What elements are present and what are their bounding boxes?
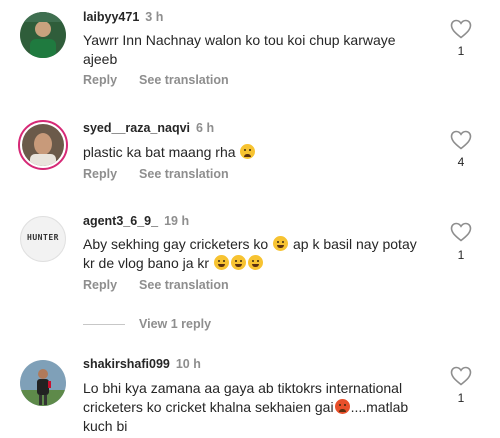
comment-meta: agent3_6_9_ 19 h (83, 214, 189, 228)
angry-face-icon (334, 399, 350, 414)
rolling-laughing-face-icon (230, 255, 246, 270)
comment-text-segment: ....matlab (350, 399, 409, 415)
view-replies-button[interactable]: View 1 reply (83, 317, 211, 331)
timestamp: 10 h (175, 357, 201, 371)
username[interactable]: laibyy471 (83, 10, 139, 24)
heart-outline-icon[interactable] (449, 17, 473, 41)
see-translation-button[interactable]: See translation (139, 73, 229, 87)
timestamp: 19 h (164, 214, 190, 228)
reply-button[interactable]: Reply (83, 167, 117, 181)
username[interactable]: syed__raza_naqvi (83, 121, 190, 135)
comment-meta: shakirshafi099 10 h (83, 357, 201, 371)
reply-button[interactable]: Reply (83, 73, 117, 87)
comment-text-line: Yawrr Inn Nachnay walon ko tou koi chup … (83, 32, 396, 48)
comment-text: Aby sekhing gay cricketers ko ap k basil… (83, 235, 448, 273)
comment-actions: Reply See translation (83, 167, 229, 181)
see-translation-button[interactable]: See translation (139, 278, 229, 292)
avatar-label: HUNTER (27, 233, 59, 242)
timestamp: 6 h (196, 121, 215, 135)
reply-button[interactable]: Reply (83, 278, 117, 292)
comment-text-line: kr de vlog bano ja kr (83, 254, 448, 273)
heart-outline-icon[interactable] (449, 128, 473, 152)
comment-meta: syed__raza_naqvi 6 h (83, 121, 214, 135)
divider (83, 324, 125, 326)
comment-text-segment: cricketers ko cricket khalna sekhaien ga… (83, 399, 334, 415)
rolling-laughing-face-icon (213, 255, 229, 270)
like-count: 1 (457, 391, 465, 405)
comment-text-line: cricketers ko cricket khalna sekhaien ga… (83, 398, 443, 417)
view-replies-label[interactable]: View 1 reply (139, 317, 211, 331)
like-count: 1 (457, 44, 465, 58)
disappointed-face-icon (240, 144, 256, 159)
heart-outline-icon[interactable] (449, 364, 473, 388)
rolling-laughing-face-icon (247, 255, 263, 270)
like-count: 1 (457, 248, 465, 262)
comment-text: Lo bhi kya zamana aa gaya ab tiktokrs in… (83, 379, 443, 436)
laughing-face-icon (273, 236, 289, 251)
comment-text-line: plastic ka bat maang rha (83, 144, 236, 160)
comment-text-line: kuch bi (83, 418, 128, 434)
see-translation-button[interactable]: See translation (139, 167, 229, 181)
heart-outline-icon[interactable] (449, 220, 473, 244)
avatar[interactable] (20, 360, 66, 406)
username[interactable]: shakirshafi099 (83, 357, 170, 371)
comment-meta: laibyy471 3 h (83, 10, 163, 24)
comment-text: plastic ka bat maang rha (83, 143, 443, 162)
comment-text-segment: kr de vlog bano ja kr (83, 255, 210, 271)
like-count: 4 (457, 155, 465, 169)
username[interactable]: agent3_6_9_ (83, 214, 158, 228)
comment-actions: Reply See translation (83, 278, 229, 292)
avatar[interactable]: HUNTER (20, 216, 66, 262)
comment-actions: Reply See translation (83, 73, 229, 87)
avatar[interactable] (20, 12, 66, 58)
comment-text-line: Lo bhi kya zamana aa gaya ab tiktokrs in… (83, 380, 403, 396)
comment-text: Yawrr Inn Nachnay walon ko tou koi chup … (83, 31, 443, 69)
avatar[interactable] (18, 120, 68, 170)
comment-text-line: Aby sekhing gay cricketers ko ap k basil… (83, 235, 448, 254)
comment-text-segment: Aby sekhing gay cricketers ko (83, 236, 269, 252)
comment-text-line: ajeeb (83, 51, 118, 67)
comment-text-segment: ap k basil nay potay (292, 236, 417, 252)
timestamp: 3 h (145, 10, 164, 24)
